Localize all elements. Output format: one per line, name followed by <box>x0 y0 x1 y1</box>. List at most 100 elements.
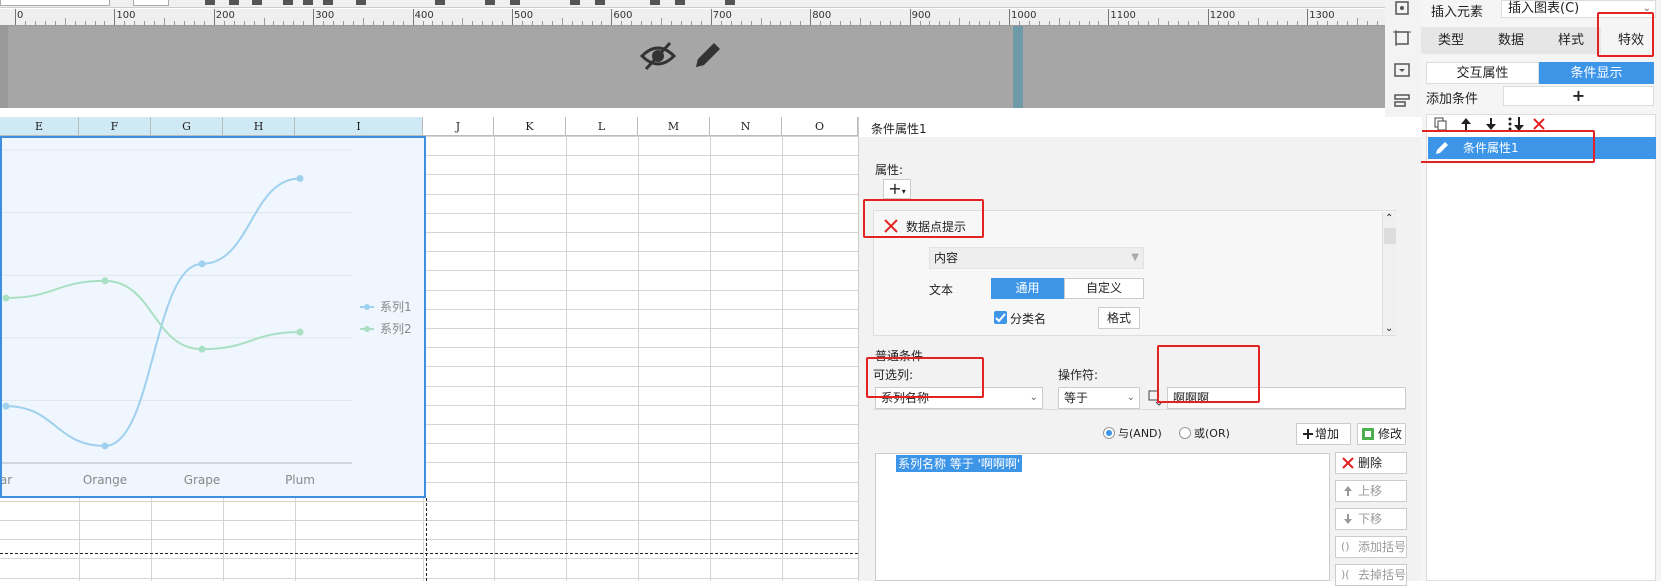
chart-icon[interactable] <box>650 0 660 5</box>
add-bracket-button[interactable]: () 添加括号 <box>1335 536 1407 558</box>
ruler-minor-tick <box>472 21 474 25</box>
tab-type[interactable]: 类型 <box>1421 27 1481 54</box>
element-icon[interactable] <box>1393 0 1411 16</box>
move-up-button[interactable]: 上移 <box>1335 480 1407 502</box>
merge-icon[interactable] <box>485 0 495 5</box>
add-attribute-button[interactable]: +▾ <box>883 179 911 199</box>
ruler-minor-tick <box>661 18 663 25</box>
ruler-minor-tick <box>303 21 305 25</box>
data-point <box>198 260 206 268</box>
ruler-minor-tick <box>44 21 46 25</box>
grid-icon[interactable] <box>510 0 520 5</box>
category-name-checkbox[interactable] <box>994 311 1007 324</box>
scroll-down-icon[interactable]: ⌄ <box>1385 323 1393 334</box>
pencil-icon[interactable] <box>692 39 724 71</box>
ruler-label: 1300 <box>1309 10 1335 21</box>
column-header-M[interactable]: M <box>638 117 710 136</box>
format-button[interactable]: 格式 <box>1098 307 1140 329</box>
delete-label: 删除 <box>1358 456 1383 470</box>
arrow-up-icon[interactable] <box>1459 117 1473 131</box>
ruler-minor-tick <box>740 21 742 25</box>
tab-style[interactable]: 样式 <box>1541 27 1601 54</box>
column-header-O[interactable]: O <box>782 117 858 136</box>
column-header-I[interactable]: I <box>295 117 423 136</box>
column-header-J[interactable]: J <box>423 117 494 136</box>
ruler-label: 800 <box>812 10 832 21</box>
delete-button[interactable]: 删除 <box>1335 452 1407 474</box>
copy-icon[interactable] <box>725 0 735 5</box>
arrow-down-icon[interactable] <box>1484 117 1498 131</box>
widget-icon[interactable] <box>1393 62 1411 78</box>
highlight-condition-item <box>1412 130 1595 163</box>
column-header-G[interactable]: G <box>151 117 223 136</box>
font-color-icon[interactable] <box>435 0 445 5</box>
border-icon[interactable] <box>356 0 366 5</box>
legend-marker <box>364 304 370 310</box>
remove-bracket-button[interactable]: )( 去掉括号 <box>1335 564 1407 586</box>
column-header-N[interactable]: N <box>710 117 782 136</box>
ruler-label: 1200 <box>1209 10 1236 21</box>
align-left-icon[interactable] <box>283 0 293 5</box>
modify-button[interactable]: 修改 <box>1357 423 1406 445</box>
ruler-minor-tick <box>452 21 454 25</box>
ruler-tick <box>313 9 315 25</box>
ruler-minor-tick <box>631 21 633 25</box>
data-point <box>2 294 10 302</box>
bold-icon[interactable] <box>205 0 215 5</box>
ruler-minor-tick <box>1078 21 1080 25</box>
underline-icon[interactable] <box>252 0 262 5</box>
italic-icon[interactable] <box>229 0 239 5</box>
attributes-scrollbar[interactable]: ⌃ ⌄ <box>1382 212 1396 335</box>
ruler-minor-tick <box>1028 21 1030 25</box>
x-tick-label: Orange <box>83 473 127 487</box>
and-radio[interactable] <box>1103 427 1115 439</box>
condition-expression-box[interactable]: 系列名称 等于 '啊啊啊' <box>875 453 1330 581</box>
column-header-E[interactable]: E <box>0 117 79 136</box>
ruler-label: 500 <box>514 10 534 21</box>
delete-icon[interactable] <box>1533 118 1545 130</box>
ruler-minor-tick <box>999 21 1001 25</box>
column-header-F[interactable]: F <box>79 117 151 136</box>
tab-conditional-display[interactable]: 条件显示 <box>1539 62 1654 84</box>
image-icon[interactable] <box>675 0 685 5</box>
column-header-L[interactable]: L <box>566 117 638 136</box>
move-down-button[interactable]: 下移 <box>1335 508 1407 530</box>
layer-icon[interactable] <box>1393 92 1411 108</box>
add-condition-button[interactable]: + <box>1503 86 1654 106</box>
condition-expression[interactable]: 系列名称 等于 '啊啊啊' <box>896 455 1023 472</box>
font-size-field[interactable] <box>133 0 169 6</box>
tab-data[interactable]: 数据 <box>1481 27 1541 54</box>
hide-icon[interactable] <box>640 40 676 72</box>
content-dropdown[interactable]: 内容 ▼ <box>929 247 1144 269</box>
or-radio[interactable] <box>1179 427 1191 439</box>
ruler-minor-tick <box>1356 18 1358 25</box>
operator-select[interactable]: 等于 ⌄ <box>1058 387 1140 409</box>
ruler-minor-tick <box>521 21 523 25</box>
grid-hline <box>0 539 858 541</box>
tab-interaction[interactable]: 交互属性 <box>1426 62 1539 84</box>
insert-row-icon[interactable] <box>570 0 580 5</box>
insert-col-icon[interactable] <box>595 0 605 5</box>
frame-icon[interactable] <box>1393 30 1411 46</box>
ruler-minor-tick <box>899 21 901 25</box>
page-boundary-marker[interactable] <box>1013 26 1023 108</box>
column-header-K[interactable]: K <box>494 117 566 136</box>
line-chart[interactable]: 系列1 系列2 ar Orange Grape Plum <box>0 136 426 498</box>
ruler-minor-tick <box>492 21 494 25</box>
scroll-thumb[interactable] <box>1384 228 1396 244</box>
copy-icon[interactable] <box>1434 117 1448 131</box>
condition-list: 条件属性1 <box>1426 114 1656 581</box>
add-condition-item-button[interactable]: 增加 <box>1296 423 1351 445</box>
align-right-icon[interactable] <box>323 0 333 5</box>
ruler-minor-tick <box>700 21 702 25</box>
scroll-up-icon[interactable]: ⌃ <box>1385 213 1393 224</box>
text-mode-general[interactable]: 通用 <box>991 278 1064 299</box>
font-name-field[interactable] <box>0 0 110 6</box>
column-header-H[interactable]: H <box>223 117 295 136</box>
ruler-minor-tick <box>74 21 76 25</box>
text-mode-custom[interactable]: 自定义 <box>1064 278 1144 299</box>
remove-bracket-icon: )( <box>1341 568 1350 581</box>
chevron-down-icon: ▼ <box>1131 252 1139 263</box>
align-center-icon[interactable] <box>303 0 313 5</box>
ruler-minor-tick <box>1346 21 1348 25</box>
